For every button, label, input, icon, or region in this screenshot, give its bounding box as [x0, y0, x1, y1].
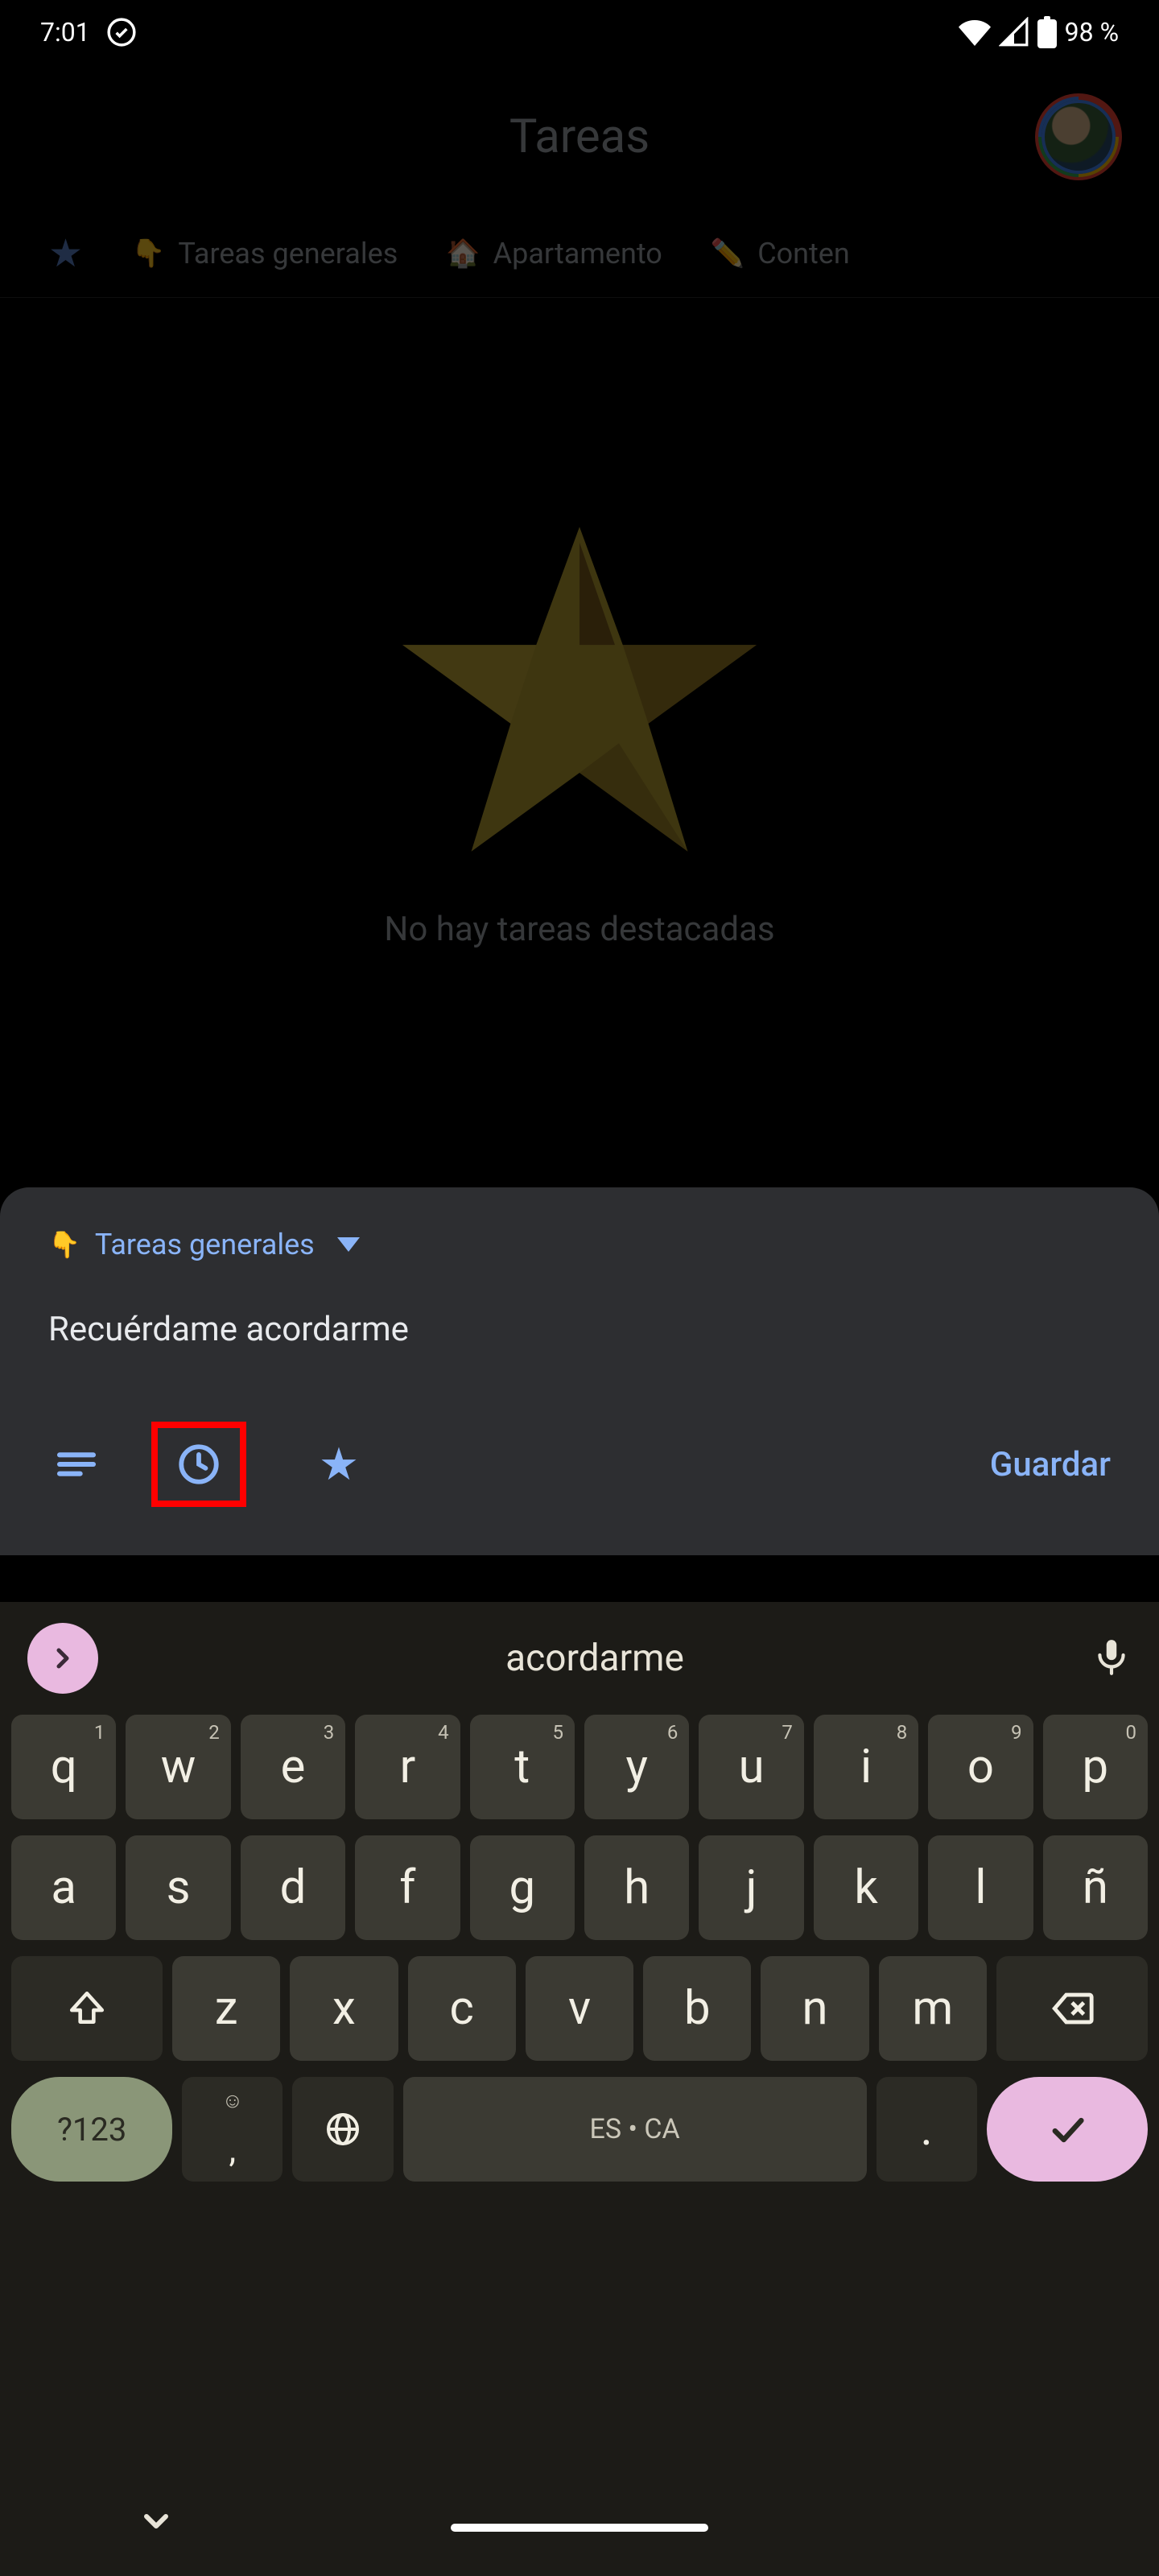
key-z[interactable]: z	[172, 1956, 280, 2061]
key-superscript: 4	[438, 1721, 449, 1744]
key-f[interactable]: f	[355, 1835, 460, 1940]
enter-key[interactable]	[987, 2077, 1148, 2182]
key-h[interactable]: h	[584, 1835, 689, 1940]
key-e[interactable]: e3	[241, 1715, 345, 1819]
wifi-icon	[959, 16, 991, 48]
key-superscript: 6	[667, 1721, 678, 1744]
pointing-down-icon: 👇	[48, 1229, 80, 1260]
key-a[interactable]: a	[11, 1835, 116, 1940]
star-icon: ★	[48, 230, 83, 276]
comma-label: ,	[229, 2128, 237, 2170]
status-time: 7:01	[40, 17, 90, 47]
star-illustration	[378, 507, 781, 861]
tab-label: Apartamento	[493, 237, 662, 270]
key-t[interactable]: t5	[470, 1715, 575, 1819]
key-w[interactable]: w2	[126, 1715, 230, 1819]
app-header: Tareas	[0, 64, 1159, 209]
key-g[interactable]: g	[470, 1835, 575, 1940]
add-details-button[interactable]	[48, 1436, 105, 1492]
tab-apartment[interactable]: 🏠 Apartamento	[446, 237, 662, 270]
key-m[interactable]: m	[879, 1956, 987, 2061]
house-icon: 🏠	[446, 237, 480, 270]
add-datetime-button[interactable]	[171, 1436, 227, 1492]
period-key[interactable]: .	[876, 2077, 977, 2182]
list-tabs: ★ 👇 Tareas generales 🏠 Apartamento ✏️ Co…	[0, 209, 1159, 298]
key-superscript: 0	[1126, 1721, 1137, 1744]
pointing-down-icon: 👇	[131, 237, 165, 270]
key-n[interactable]: n	[761, 1956, 868, 2061]
language-key[interactable]	[292, 2077, 393, 2182]
key-y[interactable]: y6	[584, 1715, 689, 1819]
key-d[interactable]: d	[241, 1835, 345, 1940]
emoji-key[interactable]: ☺ ,	[182, 2077, 283, 2182]
chevron-down-icon	[337, 1237, 360, 1252]
battery-icon	[1037, 16, 1057, 48]
key-row-4: ?123 ☺ , ES • CA .	[11, 2077, 1148, 2182]
key-p[interactable]: p0	[1043, 1715, 1148, 1819]
save-button[interactable]: Guardar	[990, 1445, 1111, 1484]
list-selector-label: Tareas generales	[95, 1228, 315, 1261]
avatar[interactable]	[1038, 97, 1119, 177]
key-l[interactable]: l	[928, 1835, 1033, 1940]
key-superscript: 1	[94, 1721, 105, 1744]
key-u[interactable]: u7	[699, 1715, 803, 1819]
tab-label: Conten	[757, 237, 850, 270]
signal-icon	[999, 17, 1029, 47]
backspace-key[interactable]	[996, 1956, 1148, 2061]
tasks-status-icon	[106, 17, 137, 47]
status-bar: 7:01 98 %	[0, 0, 1159, 64]
space-key[interactable]: ES • CA	[403, 2077, 867, 2182]
emoji-face-icon: ☺	[222, 2088, 244, 2113]
key-superscript: 8	[897, 1721, 908, 1744]
empty-state: No hay tareas destacadas	[0, 298, 1159, 949]
shift-key[interactable]	[11, 1956, 163, 2061]
key-x[interactable]: x	[290, 1956, 398, 2061]
empty-state-title: No hay tareas destacadas	[384, 910, 774, 949]
task-title-input[interactable]: Recuérdame acordarme	[48, 1310, 1111, 1349]
star-task-button[interactable]: ★	[311, 1436, 367, 1492]
new-task-sheet: 👇 Tareas generales Recuérdame acordarme …	[0, 1187, 1159, 1555]
star-icon: ★	[319, 1438, 359, 1491]
voice-input-button[interactable]	[1091, 1637, 1132, 1680]
keyboard-suggestion[interactable]: acordarme	[98, 1637, 1091, 1680]
list-selector-dropdown[interactable]: 👇 Tareas generales	[48, 1228, 1111, 1261]
key-row-1: q1w2e3r4t5y6u7i8o9p0	[11, 1715, 1148, 1819]
key-superscript: 7	[782, 1721, 793, 1744]
key-row-3: zxcvbnm	[11, 1956, 1148, 2061]
key-c[interactable]: c	[408, 1956, 516, 2061]
home-handle[interactable]	[451, 2524, 708, 2532]
key-superscript: 9	[1011, 1721, 1022, 1744]
tab-label: Tareas generales	[178, 237, 398, 270]
key-i[interactable]: i8	[814, 1715, 918, 1819]
key-o[interactable]: o9	[928, 1715, 1033, 1819]
key-superscript: 3	[324, 1721, 335, 1744]
expand-toolbar-button[interactable]	[27, 1623, 98, 1694]
page-title: Tareas	[509, 109, 650, 164]
key-row-2: asdfghjklñ	[11, 1835, 1148, 1940]
soft-keyboard: acordarme q1w2e3r4t5y6u7i8o9p0 asdfghjkl…	[0, 1602, 1159, 2576]
tab-content[interactable]: ✏️ Conten	[711, 237, 850, 270]
key-r[interactable]: r4	[355, 1715, 460, 1819]
tab-general[interactable]: 👇 Tareas generales	[131, 237, 398, 270]
navigation-bar	[0, 2479, 1159, 2576]
battery-percent: 98 %	[1065, 17, 1119, 47]
key-k[interactable]: k	[814, 1835, 918, 1940]
key-j[interactable]: j	[699, 1835, 803, 1940]
key-v[interactable]: v	[526, 1956, 633, 2061]
key-b[interactable]: b	[643, 1956, 751, 2061]
key-ñ[interactable]: ñ	[1043, 1835, 1148, 1940]
tab-starred[interactable]: ★	[48, 230, 83, 276]
highlight-annotation	[151, 1422, 246, 1507]
key-s[interactable]: s	[126, 1835, 230, 1940]
key-superscript: 5	[553, 1721, 564, 1744]
key-superscript: 2	[208, 1721, 220, 1744]
numbers-key[interactable]: ?123	[11, 2077, 172, 2182]
key-q[interactable]: q1	[11, 1715, 116, 1819]
pencil-icon: ✏️	[711, 237, 744, 270]
